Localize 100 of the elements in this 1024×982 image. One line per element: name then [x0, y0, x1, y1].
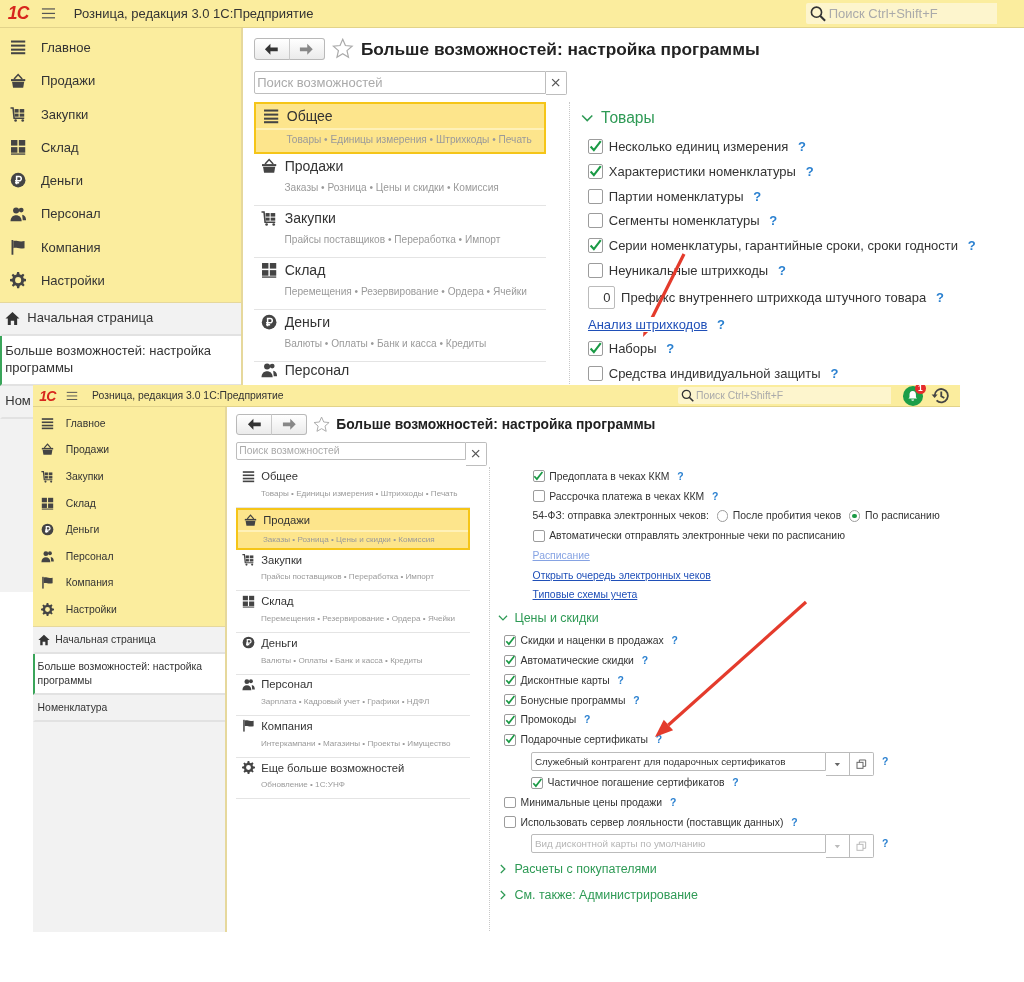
search-field[interactable]: Поиск возможностей [236, 441, 466, 461]
checkbox-label[interactable]: Рассрочка платежа в чеках ККМ [549, 490, 705, 502]
checkbox[interactable] [503, 733, 516, 746]
category-item[interactable]: Еще больше возможностей Обновление • 1С:УНФ [236, 757, 471, 800]
star-icon[interactable] [313, 415, 331, 434]
checkbox-label[interactable]: Автоматически отправлять электронные чеки по расписанию [549, 530, 845, 542]
back-button[interactable] [236, 413, 273, 436]
category-item[interactable]: Склад Перемещения • Резервирование • Ордера • Ячейки [236, 591, 471, 633]
category-item[interactable]: Склад Перемещения • Резервирование • Ордера • Ячейки [253, 257, 547, 310]
help-link[interactable]: ? [967, 238, 976, 254]
checkbox[interactable] [587, 262, 603, 278]
sidebar-item[interactable]: Персонал [0, 197, 241, 231]
checkbox[interactable] [587, 188, 603, 204]
checkbox-label[interactable]: Характеристики номенклатуры [608, 164, 796, 179]
link[interactable]: Открыть очередь электронных чеков [532, 569, 711, 581]
search-field[interactable]: Поиск Ctrl+Shift+F [693, 387, 891, 405]
checkbox-label[interactable]: Использовать сервер лояльности (поставщик данных) [520, 816, 784, 828]
category-item[interactable]: Продажи Заказы • Розница • Цены и скидки • Комиссия [253, 153, 547, 206]
checkbox-label[interactable]: Автоматические скидки [520, 655, 634, 667]
checkbox[interactable] [503, 796, 516, 809]
checkbox-label[interactable]: Средства индивидуальной защиты [608, 366, 821, 382]
checkbox[interactable] [532, 470, 545, 483]
open-page-tab[interactable]: Больше возможностей: настройка программы [0, 335, 241, 386]
help-link[interactable]: ? [777, 262, 786, 278]
category-item[interactable]: Закупки Прайсы поставщиков • Переработка • Импорт [253, 205, 547, 258]
sidebar-item[interactable]: Компания [0, 230, 241, 264]
sidebar-item[interactable]: Склад [33, 489, 226, 517]
dropdown-button[interactable] [826, 834, 851, 859]
help-link[interactable]: ? [617, 674, 624, 686]
help-link[interactable]: ? [712, 490, 719, 502]
sidebar-item[interactable]: Деньги [0, 163, 241, 198]
checkbox[interactable] [503, 816, 516, 829]
link[interactable]: Анализ штрихкодов [587, 316, 708, 332]
sidebar-item[interactable]: Компания [33, 569, 226, 597]
help-link[interactable]: ? [671, 635, 678, 647]
help-link[interactable]: ? [717, 316, 726, 332]
link[interactable]: Типовые схемы учета [532, 589, 638, 601]
checkbox-label[interactable]: Бонусные программы [520, 694, 626, 706]
notification-button[interactable]: 1 [903, 385, 923, 406]
checkbox[interactable] [503, 654, 516, 667]
help-link[interactable]: ? [677, 470, 684, 482]
category-item[interactable]: Деньги Валюты • Оплаты • Банк и касса • Кредиты [253, 309, 547, 362]
sidebar-item[interactable]: Продажи [33, 436, 226, 464]
sidebar-item[interactable]: Настройки [0, 263, 241, 297]
clear-button[interactable] [545, 70, 567, 95]
back-button[interactable] [253, 38, 290, 60]
help-link[interactable]: ? [633, 694, 640, 706]
checkbox-label[interactable]: Минимальные цены продажи [520, 797, 663, 808]
checkbox-label[interactable]: Скидки и наценки в продажах [520, 635, 664, 647]
radio-label[interactable]: По расписанию [865, 510, 940, 522]
number-field[interactable]: 0 [587, 285, 616, 309]
sidebar-item[interactable]: Персонал [33, 542, 226, 570]
checkbox[interactable] [587, 213, 603, 229]
help-link[interactable]: ? [830, 366, 839, 382]
help-link[interactable]: ? [732, 777, 739, 789]
search-field[interactable]: Поиск возможностей [253, 70, 546, 94]
checkbox-label[interactable]: Промокоды [520, 714, 577, 726]
sidebar-item[interactable]: Продажи [0, 64, 241, 98]
radio-button[interactable] [716, 510, 729, 522]
help-link[interactable]: ? [666, 341, 675, 357]
checkbox-label[interactable]: Предоплата в чеках ККМ [549, 470, 670, 482]
help-link[interactable]: ? [936, 289, 944, 305]
history-button[interactable] [931, 386, 951, 406]
help-link[interactable]: ? [753, 188, 762, 204]
category-item[interactable]: Продажи Заказы • Розница • Цены и скидки • Комиссия [236, 508, 471, 550]
section-header[interactable]: См. также: Администрирование [498, 881, 698, 908]
help-link[interactable]: ? [791, 816, 798, 828]
category-item[interactable]: Деньги Валюты • Оплаты • Банк и касса • Кредиты [236, 632, 471, 675]
star-icon[interactable] [332, 38, 354, 60]
sidebar-item[interactable]: Главное [0, 30, 241, 65]
combo-field[interactable]: Служебный контрагент для подарочных сертификатов [531, 751, 827, 771]
sidebar-item[interactable]: Деньги [33, 516, 226, 543]
checkbox[interactable] [503, 694, 516, 707]
checkbox[interactable] [587, 238, 603, 254]
help-link[interactable]: ? [584, 714, 591, 726]
radio-button[interactable] [848, 510, 861, 522]
checkbox-label[interactable]: Несколько единиц измерения [608, 139, 789, 155]
help-link[interactable]: ? [798, 139, 806, 155]
open-button[interactable] [850, 751, 875, 776]
dropdown-button[interactable] [826, 751, 851, 776]
checkbox[interactable] [503, 634, 516, 647]
section-header[interactable]: Цены и скидки [498, 604, 599, 631]
checkbox-label[interactable]: Сегменты номенклатуры [608, 213, 760, 229]
sidebar-item[interactable]: Настройки [33, 596, 226, 623]
checkbox-label[interactable]: Подарочные сертификаты [520, 734, 649, 746]
open-page-tab[interactable]: Больше возможностей: настройка программы [33, 654, 226, 695]
sidebar-item[interactable]: Закупки [33, 463, 226, 490]
category-item[interactable]: Общее Товары • Единицы измерения • Штрихкоды • Печать [253, 101, 547, 154]
checkbox-label[interactable]: Партии номенклатуры [608, 188, 744, 204]
search-field[interactable]: Поиск Ctrl+Shift+F [826, 2, 997, 25]
checkbox[interactable] [503, 674, 516, 687]
category-item[interactable]: Персонал [253, 361, 547, 379]
checkbox-label[interactable]: Частичное погашение сертификатов [547, 777, 725, 789]
section-header[interactable]: Расчеты с покупателями [498, 855, 657, 882]
checkbox-label[interactable]: Наборы [608, 341, 657, 357]
checkbox-label[interactable]: Серии номенклатуры, гарантийные сроки, сроки годности [608, 238, 959, 254]
help-link[interactable]: ? [641, 655, 648, 667]
help-link[interactable]: ? [805, 164, 814, 179]
category-item[interactable]: Персонал Зарплата • Кадровый учет • Графики • НДФЛ [236, 674, 471, 717]
help-link[interactable]: ? [881, 755, 889, 767]
